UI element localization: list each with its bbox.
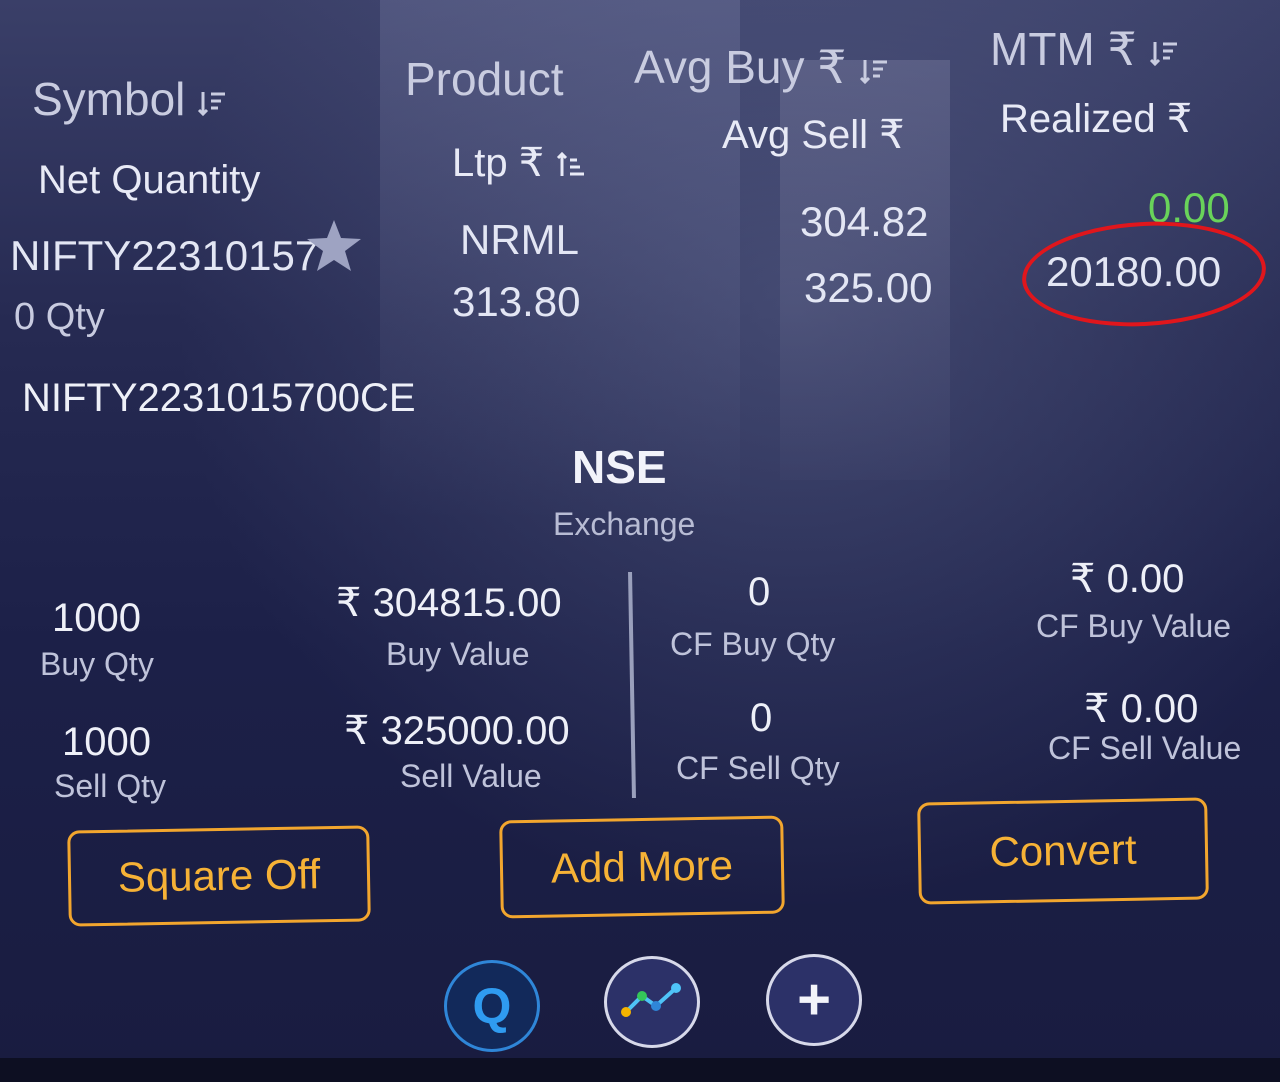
sell-qty-label: Sell Qty bbox=[54, 768, 167, 804]
position-product: NRML bbox=[460, 216, 580, 263]
header-avg-sell: Avg Sell ₹ bbox=[722, 113, 905, 157]
cf-buy-value-value: ₹ 0.00 bbox=[1070, 557, 1185, 601]
annotation-circle bbox=[1019, 215, 1269, 333]
cf-buy-qty-label: CF Buy Qty bbox=[670, 626, 836, 662]
header-ltp[interactable]: Ltp ₹ bbox=[452, 140, 586, 186]
buy-qty-label: Buy Qty bbox=[40, 646, 154, 682]
sort-icon[interactable] bbox=[1149, 38, 1179, 68]
position-avg-sell: 325.00 bbox=[804, 264, 933, 311]
star-icon[interactable] bbox=[305, 218, 363, 279]
header-symbol[interactable]: Symbol bbox=[32, 72, 227, 126]
sell-value-value: ₹ 325000.00 bbox=[344, 709, 570, 753]
buy-qty-value: 1000 bbox=[52, 596, 141, 640]
convert-button[interactable]: Convert bbox=[917, 797, 1209, 905]
chart-button[interactable] bbox=[604, 956, 700, 1048]
divider bbox=[628, 571, 636, 799]
add-button[interactable]: + bbox=[766, 954, 862, 1046]
exchange-value: NSE bbox=[572, 441, 667, 493]
chart-line-icon bbox=[620, 980, 684, 1025]
sell-value-label: Sell Value bbox=[400, 758, 542, 794]
convert-label: Convert bbox=[989, 825, 1137, 876]
position-full-symbol: NIFTY2231015700CE bbox=[22, 376, 416, 420]
cf-sell-value-label: CF Sell Value bbox=[1048, 730, 1242, 766]
cf-sell-qty-value: 0 bbox=[750, 696, 773, 740]
buy-value-label: Buy Value bbox=[386, 636, 530, 672]
header-ltp-label: Ltp ₹ bbox=[452, 141, 545, 185]
header-realized: Realized ₹ bbox=[1000, 97, 1193, 141]
screen-edge bbox=[0, 1058, 1280, 1082]
plus-icon: + bbox=[797, 967, 831, 1032]
header-net-quantity: Net Quantity bbox=[38, 158, 261, 202]
header-product: Product bbox=[405, 53, 564, 105]
exchange-label: Exchange bbox=[553, 506, 696, 542]
cf-buy-qty-value: 0 bbox=[748, 570, 771, 614]
sort-icon[interactable] bbox=[859, 56, 889, 86]
add-more-label: Add More bbox=[550, 841, 734, 892]
add-more-button[interactable]: Add More bbox=[499, 815, 785, 919]
sell-qty-value: 1000 bbox=[62, 720, 151, 764]
position-symbol[interactable]: NIFTY22310157 bbox=[10, 232, 318, 280]
quote-icon: Q bbox=[472, 978, 512, 1034]
sort-icon[interactable] bbox=[197, 88, 227, 118]
header-mtm-label: MTM ₹ bbox=[990, 23, 1137, 75]
sort-icon[interactable] bbox=[556, 150, 586, 180]
header-symbol-label: Symbol bbox=[32, 73, 186, 125]
buy-value-value: ₹ 304815.00 bbox=[336, 581, 562, 625]
header-mtm[interactable]: MTM ₹ bbox=[990, 22, 1179, 76]
header-avg-buy[interactable]: Avg Buy ₹ bbox=[634, 40, 889, 94]
cf-sell-qty-label: CF Sell Qty bbox=[676, 750, 840, 786]
cf-buy-value-label: CF Buy Value bbox=[1036, 608, 1232, 644]
quote-button[interactable]: Q bbox=[444, 960, 540, 1052]
position-ltp: 313.80 bbox=[452, 278, 581, 325]
square-off-button[interactable]: Square Off bbox=[67, 825, 371, 927]
cf-sell-value-value: ₹ 0.00 bbox=[1084, 687, 1199, 731]
position-qty: 0 Qty bbox=[14, 296, 105, 338]
position-avg-buy: 304.82 bbox=[800, 198, 929, 245]
square-off-label: Square Off bbox=[117, 850, 321, 901]
header-avg-buy-label: Avg Buy ₹ bbox=[634, 41, 847, 93]
